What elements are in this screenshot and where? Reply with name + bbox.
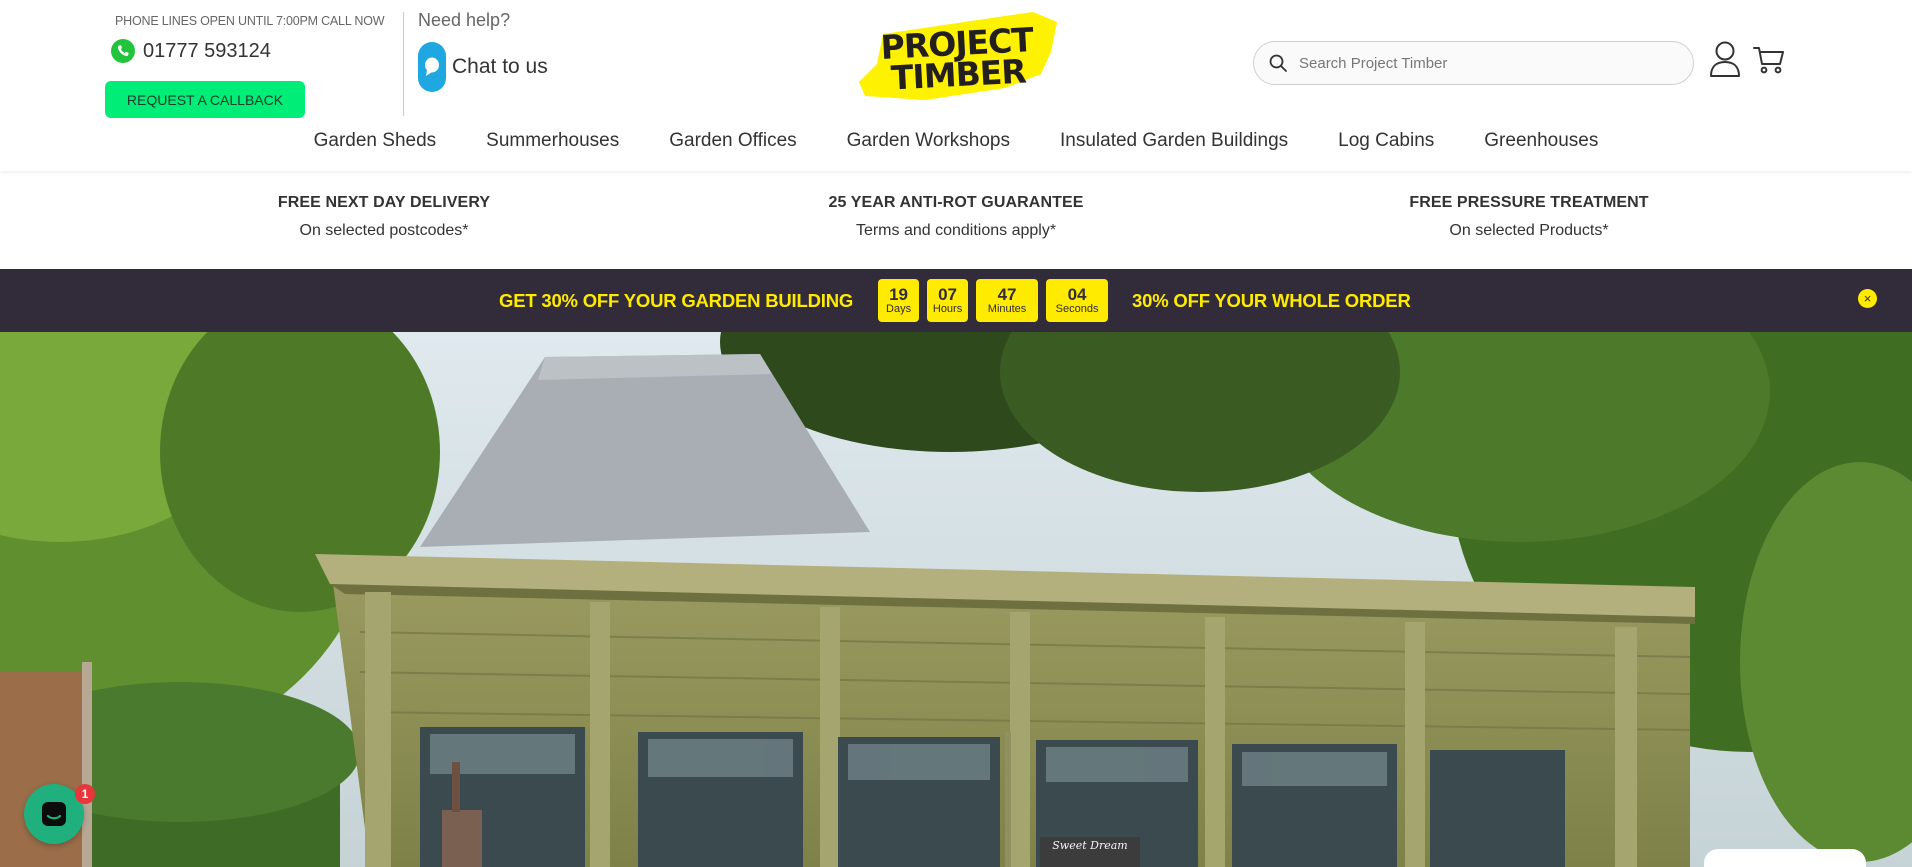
request-callback-button[interactable]: REQUEST A CALLBACK xyxy=(105,81,305,118)
countdown-timer: 19 Days 07 Hours 47 Minutes 04 Seconds xyxy=(878,279,1109,322)
usp-subtitle: On selected postcodes* xyxy=(299,222,469,239)
logo-wordmark: PROJECT TIMBER xyxy=(853,7,1063,111)
usp-delivery: FREE NEXT DAY DELIVERY On selected postc… xyxy=(278,194,490,240)
close-icon[interactable]: × xyxy=(1858,289,1877,308)
need-help-label: Need help? xyxy=(418,10,511,30)
countdown-hours: 07 Hours xyxy=(927,279,969,322)
nav-item-garden-workshops[interactable]: Garden Workshops xyxy=(822,125,1035,157)
search-bar xyxy=(1253,41,1694,85)
search-input[interactable] xyxy=(1299,54,1679,72)
nav-item-log-cabins[interactable]: Log Cabins xyxy=(1313,125,1459,157)
cart-icon[interactable] xyxy=(1752,42,1786,76)
whatsapp-icon xyxy=(111,39,135,63)
countdown-value: 19 xyxy=(889,284,908,304)
countdown-days: 19 Days xyxy=(878,279,920,322)
nav-item-garden-sheds[interactable]: Garden Sheds xyxy=(289,125,462,157)
countdown-unit: Minutes xyxy=(987,302,1027,315)
nav-item-greenhouses[interactable]: Greenhouses xyxy=(1459,125,1623,157)
site-header: PHONE LINES OPEN UNTIL 7:00PM CALL NOW 0… xyxy=(0,0,1912,171)
chat-to-us-link[interactable]: Chat to us xyxy=(418,42,548,92)
nav-item-insulated-garden-buildings[interactable]: Insulated Garden Buildings xyxy=(1035,125,1313,157)
phone-hours-text: PHONE LINES OPEN UNTIL 7:00PM CALL NOW xyxy=(115,14,385,28)
countdown-minutes: 47 Minutes xyxy=(976,279,1039,322)
countdown-seconds: 04 Seconds xyxy=(1046,279,1109,322)
help-block: Need help? Chat to us xyxy=(418,10,548,92)
feedback-tab[interactable] xyxy=(1704,849,1866,867)
phone-link[interactable]: 01777 593124 xyxy=(111,39,271,63)
countdown-value: 07 xyxy=(938,284,957,304)
chat-bubble-icon xyxy=(418,42,446,92)
phone-number[interactable]: 01777 593124 xyxy=(143,40,271,63)
usp-subtitle: On selected Products* xyxy=(1449,222,1609,239)
header-divider xyxy=(403,12,404,116)
chat-notification-badge: 1 xyxy=(75,784,95,804)
usp-title: FREE PRESSURE TREATMENT xyxy=(1409,194,1649,211)
usp-title: FREE NEXT DAY DELIVERY xyxy=(277,194,491,211)
main-nav: Garden Sheds Summerhouses Garden Offices… xyxy=(0,125,1912,157)
countdown-unit: Hours xyxy=(932,302,963,315)
countdown-unit: Days xyxy=(886,302,912,315)
promo-left-text[interactable]: GET 30% OFF YOUR GARDEN BUILDING xyxy=(499,290,853,312)
nav-item-garden-offices[interactable]: Garden Offices xyxy=(644,125,821,157)
search-icon[interactable] xyxy=(1266,51,1290,75)
project-timber-logo[interactable]: PROJECT TIMBER xyxy=(855,12,1060,105)
promo-right-text[interactable]: 30% OFF YOUR WHOLE ORDER xyxy=(1132,290,1411,312)
countdown-unit: Seconds xyxy=(1055,302,1099,315)
promo-content: GET 30% OFF YOUR GARDEN BUILDING 19 Days… xyxy=(499,269,1411,332)
account-icon[interactable] xyxy=(1708,40,1742,78)
countdown-value: 04 xyxy=(1067,284,1087,304)
nav-item-summerhouses[interactable]: Summerhouses xyxy=(461,125,644,157)
usp-pressure-treatment: FREE PRESSURE TREATMENT On selected Prod… xyxy=(1409,194,1648,240)
usp-title: 25 YEAR ANTI-ROT GUARANTEE xyxy=(828,194,1084,211)
countdown-value: 47 xyxy=(997,284,1017,304)
hero-image: Sweet Dream xyxy=(0,332,1912,867)
logo-line-timber: TIMBER xyxy=(890,50,1027,97)
usp-bar: FREE NEXT DAY DELIVERY On selected postc… xyxy=(0,171,1912,269)
usp-subtitle: Terms and conditions apply* xyxy=(855,222,1057,239)
chat-label[interactable]: Chat to us xyxy=(452,55,548,79)
promo-bar: GET 30% OFF YOUR GARDEN BUILDING 19 Days… xyxy=(0,269,1912,332)
hero-sign-text: Sweet Dream xyxy=(1052,839,1127,852)
usp-guarantee: 25 YEAR ANTI-ROT GUARANTEE Terms and con… xyxy=(828,194,1083,240)
